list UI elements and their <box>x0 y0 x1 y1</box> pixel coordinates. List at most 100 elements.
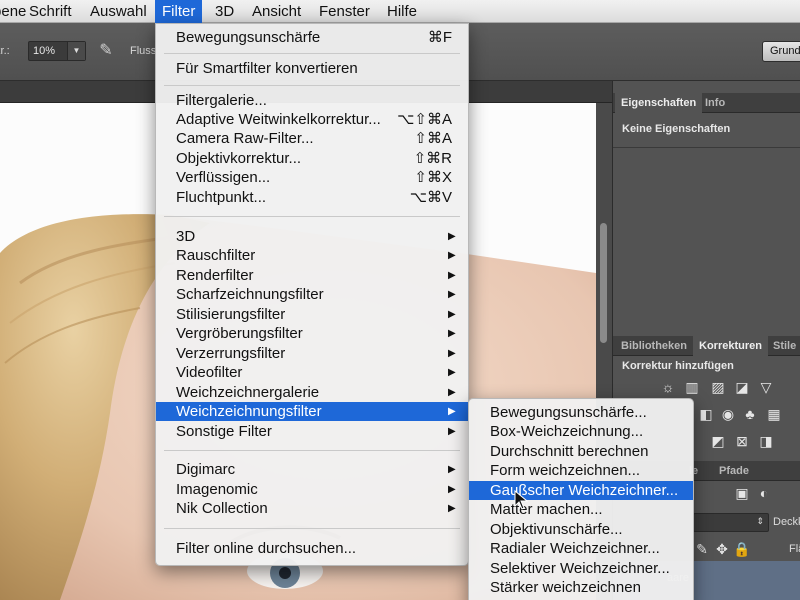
selective-color-icon[interactable]: ◨ <box>757 433 775 449</box>
submenu-arrow-icon: ▶ <box>448 309 456 320</box>
menu-separator <box>164 53 460 54</box>
menu-separator <box>164 85 460 86</box>
submenu-item-smart-blur[interactable]: Selektiver Weichzeichner... <box>469 559 693 578</box>
vibrance-icon[interactable]: ▽ <box>757 379 775 395</box>
photo-filter-icon[interactable]: ◉ <box>719 406 737 422</box>
menu-ansicht[interactable]: Ansicht <box>245 0 308 23</box>
scroll-thumb[interactable] <box>600 223 607 343</box>
menu-filter[interactable]: Filter <box>155 0 203 23</box>
tab-stile[interactable]: Stile <box>767 336 800 356</box>
tab-bibliotheken[interactable]: Bibliotheken <box>615 336 693 356</box>
threshold-icon[interactable]: ◩ <box>709 433 727 449</box>
properties-tabbar: Eigenschaften Info <box>613 93 800 113</box>
menu-item-noise[interactable]: Rauschfilter ▶ <box>156 246 468 265</box>
submenu-item-blur-more[interactable]: Stärker weichzeichnen <box>469 578 693 597</box>
lock-pixels-icon[interactable]: ✎ <box>693 541 711 557</box>
submenu-arrow-icon: ▶ <box>448 348 456 359</box>
adjustment-filter-icon[interactable]: ◐ <box>755 485 773 501</box>
submenu-arrow-icon: ▶ <box>448 503 456 514</box>
blend-mode-select[interactable]: ⇕ <box>693 513 769 532</box>
color-lookup-icon[interactable]: ▦ <box>765 406 783 422</box>
panel-divider <box>613 147 800 148</box>
menu-separator <box>164 216 460 217</box>
menu-item-smartfilter[interactable]: Für Smartfilter konvertieren <box>156 59 468 78</box>
menu-3d[interactable]: 3D <box>208 0 241 23</box>
submenu-arrow-icon: ▶ <box>448 289 456 300</box>
submenu-arrow-icon: ▶ <box>448 250 456 261</box>
submenu-item-gaussian-blur[interactable]: Gaußscher Weichzeichner... <box>469 481 693 500</box>
submenu-arrow-icon: ▶ <box>448 231 456 242</box>
gradient-map-icon[interactable]: ⊠ <box>733 433 751 449</box>
workspace-button[interactable]: Grund <box>762 41 800 62</box>
menubar: Ebene Schrift Auswahl Filter 3D Ansicht … <box>0 0 800 23</box>
menu-schrift[interactable]: Schrift <box>22 0 79 23</box>
opacity-label: Deckkr.: <box>0 45 10 57</box>
brightness-icon[interactable]: ☼ <box>659 379 677 395</box>
menu-separator <box>164 450 460 451</box>
channel-mixer-icon[interactable]: ♣ <box>741 406 759 422</box>
menu-item-blur[interactable]: Weichzeichnungsfilter ▶ <box>156 402 468 421</box>
tab-pfade[interactable]: Pfade <box>713 461 755 481</box>
tab-korrekturen[interactable]: Korrekturen <box>693 336 768 356</box>
menu-separator <box>164 528 460 529</box>
move-icon[interactable]: ✥ <box>713 541 731 557</box>
submenu-arrow-icon: ▶ <box>448 270 456 281</box>
opacity-field[interactable]: 10% ▼ <box>28 41 86 61</box>
menu-item-liquify[interactable]: Verflüssigen... ⇧⌘X <box>156 168 468 187</box>
exposure-icon[interactable]: ◪ <box>733 379 751 395</box>
opacity-value: 10% <box>33 45 56 57</box>
submenu-arrow-icon: ▶ <box>448 484 456 495</box>
menu-fenster[interactable]: Fenster <box>312 0 377 23</box>
chevron-down-icon[interactable]: ▼ <box>67 42 85 60</box>
curves-icon[interactable]: ▨ <box>709 379 727 395</box>
submenu-item-radial-blur[interactable]: Radialer Weichzeichner... <box>469 539 693 558</box>
menu-item-browse-online[interactable]: Filter online durchsuchen... <box>156 539 468 558</box>
submenu-arrow-icon: ▶ <box>448 464 456 475</box>
mouse-cursor-icon <box>514 490 528 510</box>
submenu-item-lens-blur[interactable]: Objektivunschärfe... <box>469 520 693 539</box>
blur-submenu: Bewegungsunschärfe... Box-Weichzeichnung… <box>468 398 694 600</box>
menu-item-nik-collection[interactable]: Nik Collection ▶ <box>156 499 468 518</box>
menu-item-last-filter[interactable]: Bewegungsunschärfe ⌘F <box>156 28 468 47</box>
menu-item-video[interactable]: Videofilter ▶ <box>156 363 468 382</box>
menu-item-imagenomic[interactable]: Imagenomic ▶ <box>156 480 468 499</box>
submenu-arrow-icon: ▶ <box>448 426 456 437</box>
image-filter-icon[interactable]: ▣ <box>733 485 751 501</box>
submenu-arrow-icon: ▶ <box>448 406 456 417</box>
menu-item-blur-gallery[interactable]: Weichzeichnergalerie ▶ <box>156 383 468 402</box>
add-adjustment-heading: Korrektur hinzufügen <box>622 360 734 372</box>
menu-item-distort[interactable]: Verzerrungsfilter ▶ <box>156 344 468 363</box>
submenu-item-surface-blur[interactable]: Matter machen... <box>469 500 693 519</box>
menu-item-3d[interactable]: 3D ▶ <box>156 227 468 246</box>
menu-item-render[interactable]: Renderfilter ▶ <box>156 266 468 285</box>
menu-item-digimarc[interactable]: Digimarc ▶ <box>156 460 468 479</box>
menu-item-lens-correction[interactable]: Objektivkorrektur... ⇧⌘R <box>156 149 468 168</box>
menu-item-adaptive-wide-angle[interactable]: Adaptive Weitwinkelkorrektur... ⌥⇧⌘A <box>156 110 468 129</box>
tab-info[interactable]: Info <box>699 93 731 113</box>
color-balance-icon[interactable]: ◧ <box>697 406 715 422</box>
menu-auswahl[interactable]: Auswahl <box>83 0 154 23</box>
levels-icon[interactable]: ▥ <box>683 379 701 395</box>
chevron-updown-icon: ⇕ <box>756 516 764 526</box>
flow-label: Fluss <box>130 45 157 57</box>
lock-icon[interactable]: 🔒 <box>733 541 751 557</box>
menu-item-sharpen[interactable]: Scharfzeichnungsfilter ▶ <box>156 285 468 304</box>
submenu-item-box-blur[interactable]: Box-Weichzeichnung... <box>469 422 693 441</box>
opacity-label-layers: Deckk <box>773 516 800 528</box>
adjustments-tabbar: Bibliotheken Korrekturen Stile <box>613 336 800 356</box>
menu-item-stylize[interactable]: Stilisierungsfilter ▶ <box>156 305 468 324</box>
submenu-item-average[interactable]: Durchschnitt berechnen <box>469 442 693 461</box>
submenu-arrow-icon: ▶ <box>448 328 456 339</box>
menu-item-pixelate[interactable]: Vergröberungsfilter ▶ <box>156 324 468 343</box>
menu-item-camera-raw[interactable]: Camera Raw-Filter... ⇧⌘A <box>156 129 468 148</box>
submenu-item-shape-blur[interactable]: Form weichzeichnen... <box>469 461 693 480</box>
menu-hilfe[interactable]: Hilfe <box>380 0 424 23</box>
tab-eigenschaften[interactable]: Eigenschaften <box>615 93 703 113</box>
submenu-arrow-icon: ▶ <box>448 367 456 378</box>
menu-item-other[interactable]: Sonstige Filter ▶ <box>156 422 468 441</box>
menu-item-filtergalerie[interactable]: Filtergalerie... <box>156 91 468 110</box>
menu-item-vanishing-point[interactable]: Fluchtpunkt... ⌥⌘V <box>156 188 468 207</box>
airbrush-icon[interactable]: ✎ <box>96 40 116 62</box>
fill-label-layers: Flä <box>789 543 800 555</box>
submenu-item-motion-blur[interactable]: Bewegungsunschärfe... <box>469 403 693 422</box>
